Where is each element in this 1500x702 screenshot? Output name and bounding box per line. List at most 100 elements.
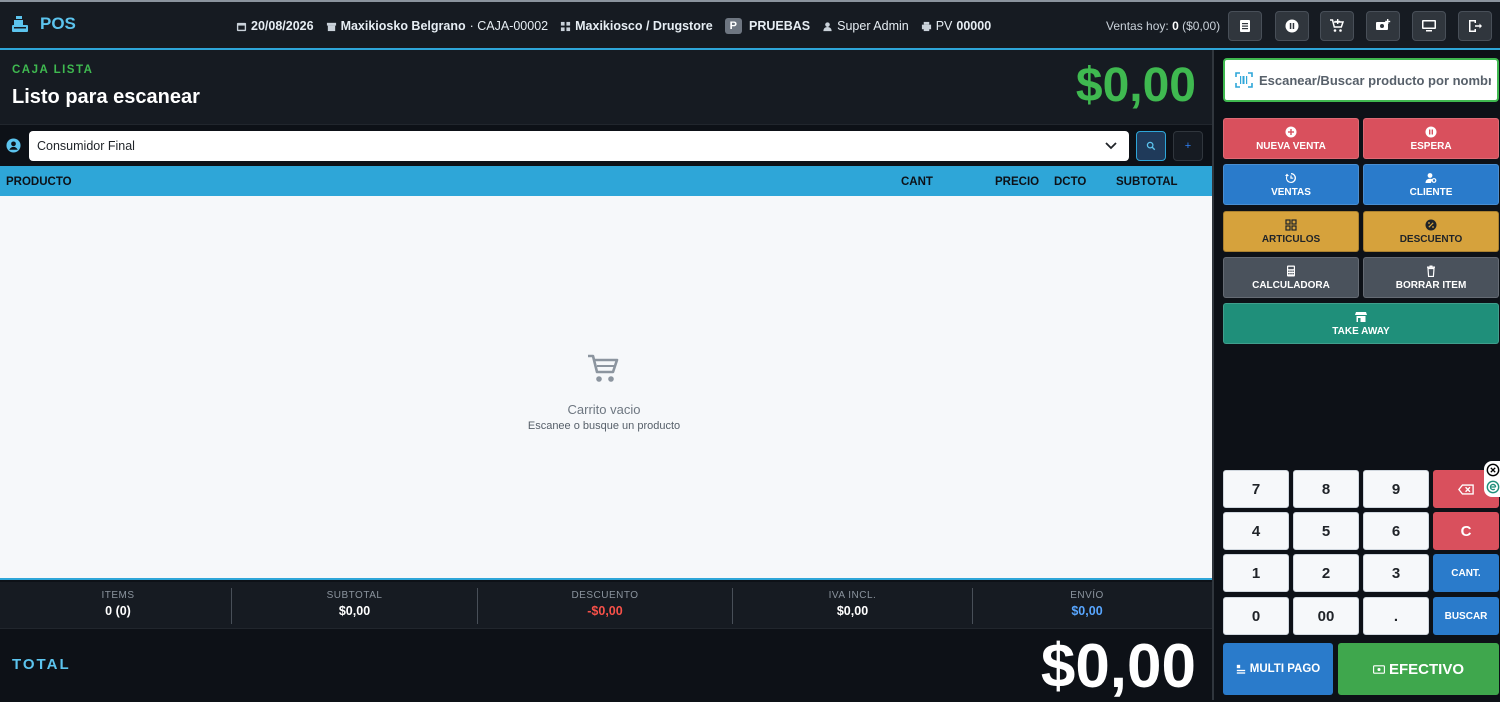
cart-area: Carrito vacio Escanee o busque un produc… xyxy=(0,196,1212,580)
cart-empty-hint: Escanee o busque un producto xyxy=(527,420,681,432)
pause-circle-icon xyxy=(1425,126,1437,137)
summary-descuento-value: -$0,00 xyxy=(587,604,623,618)
summary-iva-value: $0,00 xyxy=(836,604,869,618)
user-search-icon xyxy=(1425,172,1437,183)
col-subtotal: SUBTOTAL xyxy=(1116,176,1178,188)
key-4[interactable]: 4 xyxy=(1223,512,1289,550)
date-value: 20/08/2026 xyxy=(251,19,314,33)
status-title: Listo para escanear xyxy=(12,86,200,108)
customer-selected: Consumidor Final xyxy=(37,139,135,153)
money-plus-icon xyxy=(1376,19,1391,30)
efectivo-button[interactable]: EFECTIVO xyxy=(1338,643,1499,695)
calculadora-button[interactable]: CALCULADORA xyxy=(1223,257,1359,298)
brand: POS xyxy=(10,14,76,34)
key-2[interactable]: 2 xyxy=(1293,554,1359,592)
cash-icon xyxy=(1373,664,1385,674)
cash-register-icon xyxy=(12,16,28,32)
summary-envio-value: $0,00 xyxy=(1071,604,1103,618)
espera-label: ESPERA xyxy=(1410,140,1452,152)
summary-descuento: DESCUENTO -$0,00 xyxy=(478,582,732,628)
printer-icon xyxy=(921,21,931,31)
total-bar: TOTAL $0,00 xyxy=(0,628,1212,701)
cart-table-header: PRODUCTO CANT PRECIO DCTO SUBTOTAL xyxy=(0,166,1212,196)
product-search-input[interactable] xyxy=(1259,70,1491,90)
ventas-label: VENTAS xyxy=(1271,186,1311,198)
pv-info: PV 00000 xyxy=(921,19,991,33)
key-cantidad[interactable]: CANT. xyxy=(1433,554,1499,592)
logout-button[interactable] xyxy=(1458,11,1492,41)
pause-button[interactable] xyxy=(1275,11,1309,41)
efectivo-label: EFECTIVO xyxy=(1388,660,1464,678)
ventas-hoy-count: 0 xyxy=(1172,19,1179,33)
trash-icon xyxy=(1427,265,1435,277)
summary-items-label: ITEMS xyxy=(101,590,135,601)
ventas-hoy-label: Ventas hoy: xyxy=(1106,19,1169,33)
descuento-label: DESCUENTO xyxy=(1399,233,1463,245)
key-decimal[interactable]: . xyxy=(1363,597,1429,635)
key-5[interactable]: 5 xyxy=(1293,512,1359,550)
pv-number: 00000 xyxy=(956,19,992,33)
product-search xyxy=(1223,58,1499,102)
user-name: Super Admin xyxy=(837,19,909,33)
cash-in-button[interactable] xyxy=(1366,11,1400,41)
total-label: TOTAL xyxy=(12,656,71,673)
status-label: CAJA LISTA xyxy=(12,64,94,76)
descuento-button[interactable]: DESCUENTO xyxy=(1363,211,1499,252)
col-dcto: DCTO xyxy=(1054,176,1087,188)
key-9[interactable]: 9 xyxy=(1363,470,1429,508)
shopping-cart-icon xyxy=(588,354,619,382)
header-meta: 20/08/2026 Maxikiosko Belgrano · CAJA-00… xyxy=(236,18,1003,34)
calculadora-label: CALCULADORA xyxy=(1252,279,1330,291)
articulos-button[interactable]: ARTICULOS xyxy=(1223,211,1359,252)
key-3[interactable]: 3 xyxy=(1363,554,1429,592)
plus-circle-icon xyxy=(1285,126,1297,137)
multi-pago-button[interactable]: MULTI PAGO xyxy=(1223,643,1333,695)
summary-subtotal: SUBTOTAL $0,00 xyxy=(232,582,477,628)
key-7[interactable]: 7 xyxy=(1223,470,1289,508)
key-1[interactable]: 1 xyxy=(1223,554,1289,592)
customer-select[interactable]: Consumidor Final xyxy=(29,131,1129,161)
key-8[interactable]: 8 xyxy=(1293,470,1359,508)
sale-panel: CAJA LISTA Listo para escanear $0,00 Con… xyxy=(0,50,1212,701)
key-buscar[interactable]: BUSCAR xyxy=(1433,597,1499,635)
take-away-button[interactable]: TAKE AWAY xyxy=(1223,303,1499,344)
borrar-item-button[interactable]: BORRAR ITEM xyxy=(1363,257,1499,298)
nueva-venta-button[interactable]: NUEVA VENTA xyxy=(1223,118,1359,159)
calendar-icon xyxy=(236,22,247,31)
espera-button[interactable]: ESPERA xyxy=(1363,118,1499,159)
col-precio: PRECIO xyxy=(995,176,1040,188)
summary-items: ITEMS 0 (0) xyxy=(0,582,236,628)
bank-icon xyxy=(1236,664,1245,674)
summary-envio: ENVÍO $0,00 xyxy=(973,582,1201,628)
customer-add-button[interactable]: + xyxy=(1173,131,1203,161)
brand-title: POS xyxy=(40,14,76,33)
take-away-label: TAKE AWAY xyxy=(1332,325,1390,337)
key-0[interactable]: 0 xyxy=(1223,597,1289,635)
extension-tab[interactable] xyxy=(1484,461,1500,497)
ventas-button[interactable]: VENTAS xyxy=(1223,164,1359,205)
monitor-icon xyxy=(1422,20,1436,32)
store-name: Maxikiosko Belgrano xyxy=(340,19,466,33)
key-clear[interactable]: C xyxy=(1433,512,1499,550)
cart-add-button[interactable] xyxy=(1320,11,1354,41)
category-name: Maxikiosco / Drugstore xyxy=(575,19,713,33)
key-00[interactable]: 00 xyxy=(1293,597,1359,635)
key-6[interactable]: 6 xyxy=(1363,512,1429,550)
cliente-button[interactable]: CLIENTE xyxy=(1363,164,1499,205)
environment-info: P PRUEBAS xyxy=(724,18,810,34)
customer-row: Consumidor Final + xyxy=(0,124,1212,166)
total-value: $0,00 xyxy=(1040,632,1196,701)
backspace-icon xyxy=(1458,483,1474,495)
nueva-venta-label: NUEVA VENTA xyxy=(1256,140,1326,152)
summary-bar: ITEMS 0 (0) SUBTOTAL $0,00 DESCUENTO -$0… xyxy=(0,582,1212,628)
display-button[interactable] xyxy=(1412,11,1446,41)
col-cant: CANT xyxy=(901,176,933,188)
user-circle-icon xyxy=(6,138,21,153)
ventas-hoy-amount: ($0,00) xyxy=(1182,19,1221,33)
user-icon xyxy=(823,21,832,31)
receipt-button[interactable] xyxy=(1228,11,1262,41)
ventas-hoy: Ventas hoy: 0 ($0,00) xyxy=(1106,19,1220,33)
customer-search-button[interactable] xyxy=(1136,131,1166,161)
search-icon xyxy=(1146,141,1156,151)
summary-items-value: 0 (0) xyxy=(105,604,131,618)
